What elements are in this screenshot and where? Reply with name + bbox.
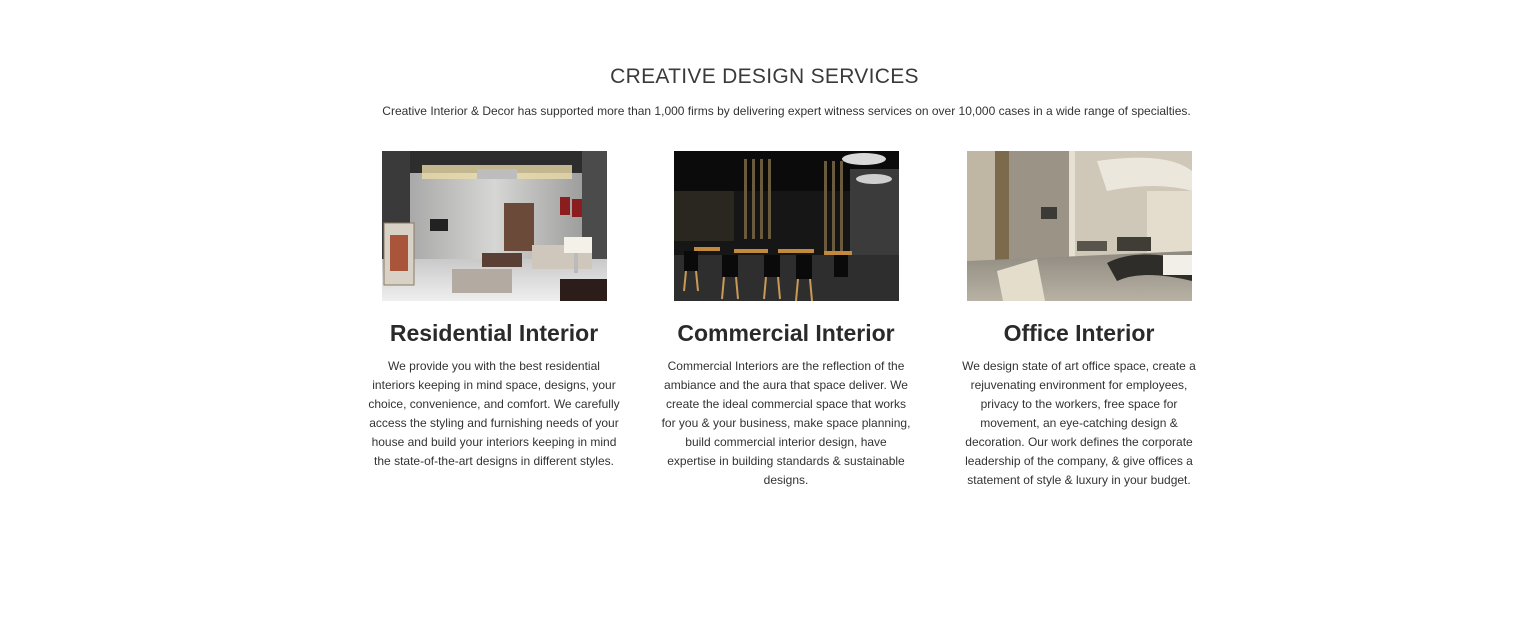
card-description: Commercial Interiors are the reflection … bbox=[661, 359, 911, 487]
service-card-residential: Residential Interior We provide you with… bbox=[364, 151, 624, 471]
commercial-interior-image bbox=[673, 151, 899, 301]
service-card-office: Office Interior We design state of art o… bbox=[949, 151, 1209, 490]
service-card-commercial: Commercial Interior Commercial Interiors… bbox=[656, 151, 916, 490]
card-title: Commercial Interior bbox=[677, 320, 895, 346]
card-description: We design state of art office space, cre… bbox=[962, 359, 1196, 487]
card-title: Residential Interior bbox=[389, 320, 599, 346]
card-description: We provide you with the best residential… bbox=[368, 359, 620, 468]
design-services-section: CREATIVE DESIGN SERVICES Creative Interi… bbox=[0, 0, 1529, 633]
office-interior-image bbox=[966, 151, 1192, 301]
section-subtitle: Creative Interior & Decor has supported … bbox=[382, 104, 1191, 118]
card-title: Office Interior bbox=[1003, 320, 1155, 346]
residential-interior-image bbox=[381, 151, 607, 301]
section-title: CREATIVE DESIGN SERVICES bbox=[610, 65, 919, 88]
